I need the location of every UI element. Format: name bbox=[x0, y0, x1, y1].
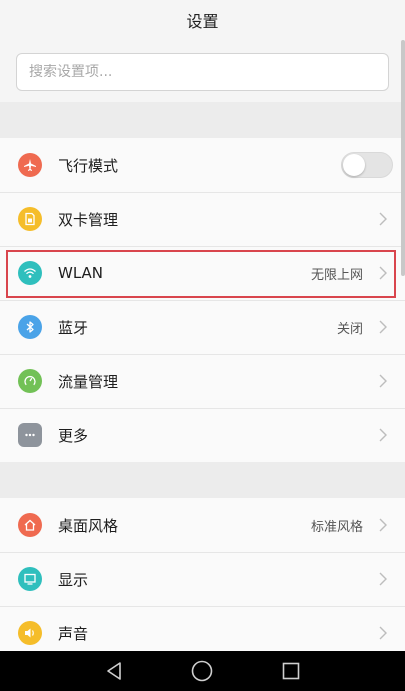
setting-label: 流量管理 bbox=[58, 372, 119, 391]
chevron-right-icon bbox=[379, 266, 387, 280]
recents-button[interactable] bbox=[271, 651, 311, 691]
title-bar: 设置 bbox=[0, 0, 405, 40]
setting-value: 标准风格 bbox=[310, 519, 363, 535]
setting-home-style[interactable]: 桌面风格 标准风格 bbox=[0, 498, 405, 552]
setting-label: 飞行模式 bbox=[58, 156, 119, 175]
chevron-right-icon bbox=[379, 212, 387, 226]
section-divider bbox=[0, 102, 405, 138]
setting-more[interactable]: 更多 bbox=[0, 408, 405, 462]
chevron-right-icon bbox=[379, 374, 387, 388]
settings-group-device: 桌面风格 标准风格 显示 声音 bbox=[0, 498, 405, 651]
setting-label: 声音 bbox=[58, 624, 89, 643]
display-icon bbox=[18, 567, 42, 591]
bluetooth-icon bbox=[18, 315, 42, 339]
setting-label: 桌面风格 bbox=[58, 516, 119, 535]
setting-label: WLAN bbox=[58, 264, 104, 282]
sim-card-icon bbox=[18, 207, 42, 231]
sound-icon bbox=[18, 621, 42, 645]
chevron-right-icon bbox=[379, 428, 387, 442]
setting-display[interactable]: 显示 bbox=[0, 552, 405, 606]
airplane-mode-toggle[interactable] bbox=[341, 152, 393, 178]
back-button[interactable] bbox=[94, 651, 134, 691]
search-area bbox=[0, 40, 405, 102]
home-nav-icon bbox=[192, 660, 213, 682]
settings-group-network: 飞行模式 双卡管理 WLAN 无限上网 蓝牙 关闭 流量管理 更多 bbox=[0, 138, 405, 462]
back-icon bbox=[107, 662, 121, 680]
data-usage-icon bbox=[18, 369, 42, 393]
chevron-right-icon bbox=[379, 572, 387, 586]
setting-value: 关闭 bbox=[336, 321, 363, 337]
setting-label: 更多 bbox=[58, 426, 89, 445]
page-title: 设置 bbox=[186, 12, 219, 31]
setting-label: 蓝牙 bbox=[58, 318, 89, 337]
setting-dual-sim[interactable]: 双卡管理 bbox=[0, 192, 405, 246]
home-nav-button[interactable] bbox=[182, 651, 222, 691]
more-icon bbox=[18, 423, 42, 447]
setting-wlan[interactable]: WLAN 无限上网 bbox=[0, 246, 405, 300]
setting-value: 无限上网 bbox=[310, 267, 363, 283]
setting-sound[interactable]: 声音 bbox=[0, 606, 405, 651]
chevron-right-icon bbox=[379, 320, 387, 334]
setting-data-usage[interactable]: 流量管理 bbox=[0, 354, 405, 408]
toggle-knob bbox=[343, 154, 365, 176]
recents-icon bbox=[282, 662, 300, 680]
chevron-right-icon bbox=[379, 518, 387, 532]
chevron-right-icon bbox=[379, 626, 387, 640]
setting-airplane-mode[interactable]: 飞行模式 bbox=[0, 138, 405, 192]
airplane-icon bbox=[18, 153, 42, 177]
setting-label: 双卡管理 bbox=[58, 210, 119, 229]
setting-bluetooth[interactable]: 蓝牙 关闭 bbox=[0, 300, 405, 354]
wifi-icon bbox=[18, 261, 42, 285]
navigation-bar bbox=[0, 651, 405, 691]
scrollbar[interactable] bbox=[401, 40, 405, 276]
search-input[interactable] bbox=[29, 64, 388, 80]
setting-label: 显示 bbox=[58, 570, 89, 589]
search-box[interactable] bbox=[16, 53, 389, 91]
section-divider bbox=[0, 462, 405, 498]
home-icon bbox=[18, 513, 42, 537]
